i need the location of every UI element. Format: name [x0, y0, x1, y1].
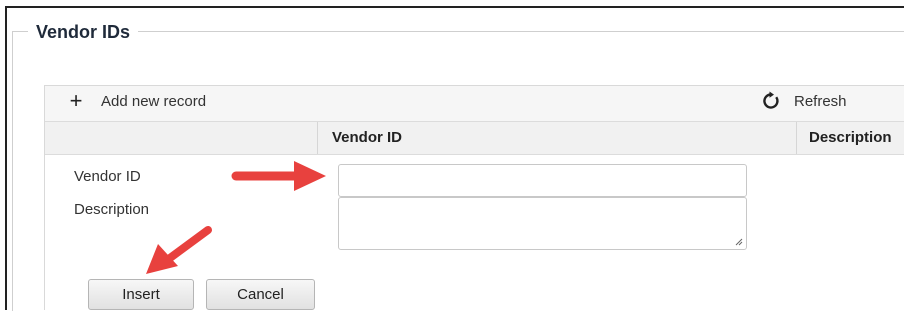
grid-header: Vendor ID Description [45, 122, 904, 155]
resize-handle-icon[interactable] [735, 238, 743, 246]
cancel-button[interactable]: Cancel [206, 279, 315, 310]
annotation-arrow-right [231, 161, 326, 191]
description-label: Description [74, 201, 150, 218]
refresh-label: Refresh [794, 92, 847, 110]
vendor-id-label: Vendor ID [74, 168, 141, 185]
description-textarea[interactable] [338, 197, 747, 250]
column-header-vendor-id[interactable]: Vendor ID [332, 122, 402, 154]
insert-button[interactable]: Insert [88, 279, 194, 310]
grid-toolbar: + Add new record Refresh [45, 86, 904, 122]
plus-icon: + [69, 88, 83, 113]
refresh-button[interactable]: Refresh [761, 91, 847, 111]
refresh-icon [763, 91, 779, 109]
column-divider [796, 122, 797, 154]
vendor-id-input[interactable] [338, 164, 747, 197]
fieldset-legend: Vendor IDs [28, 22, 139, 42]
add-new-record-button[interactable]: + Add new record [67, 88, 207, 113]
add-new-record-label: Add new record [101, 92, 207, 110]
annotation-arrow-down-left [146, 226, 212, 274]
column-header-description[interactable]: Description [809, 122, 892, 154]
column-divider [317, 122, 318, 154]
